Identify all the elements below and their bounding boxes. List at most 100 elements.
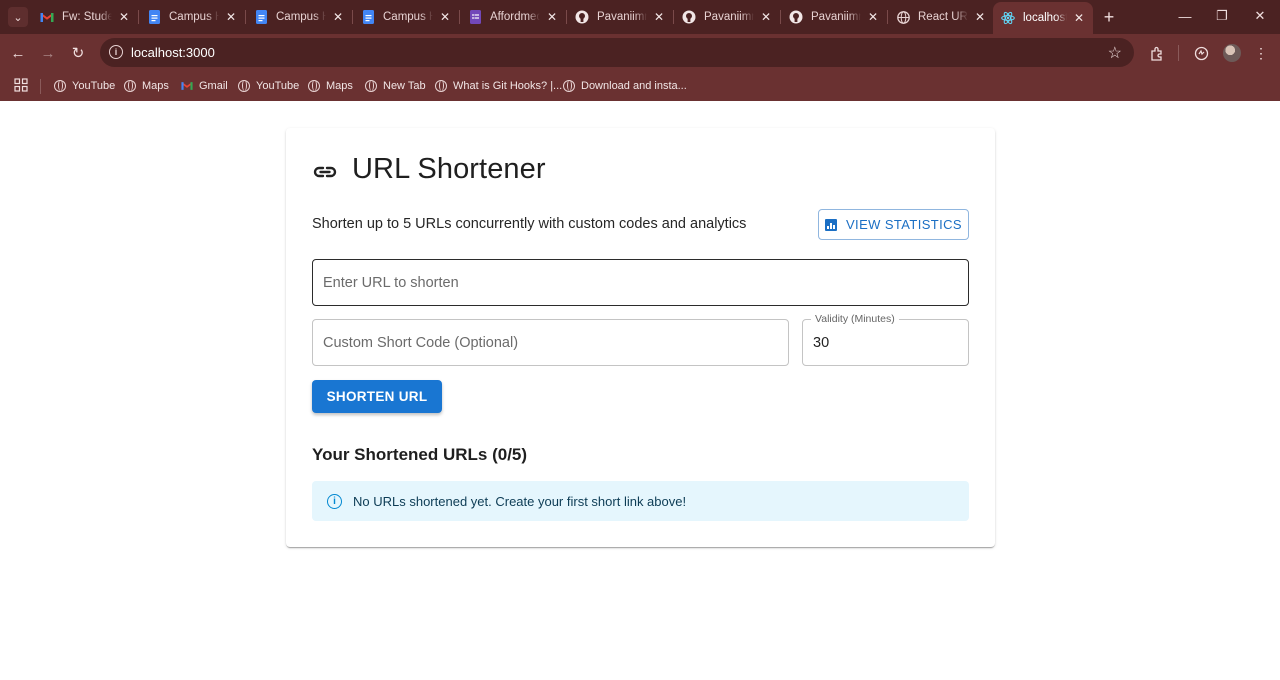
globe-icon bbox=[124, 80, 136, 92]
bar-chart-icon bbox=[824, 218, 837, 231]
bookmark-label: What is Git Hooks? |... bbox=[453, 80, 563, 92]
bookmark-maps-2[interactable]: Maps bbox=[308, 77, 353, 95]
tab-3[interactable]: Campus Hiring ✕ bbox=[353, 4, 460, 30]
page-title: URL Shortener bbox=[352, 153, 546, 185]
forms-icon bbox=[468, 10, 482, 24]
close-icon[interactable]: ✕ bbox=[865, 9, 881, 25]
globe-icon bbox=[308, 80, 320, 92]
site-info-icon[interactable]: i bbox=[109, 45, 123, 59]
tab-6[interactable]: Pavaniimm ✕ bbox=[674, 4, 781, 30]
globe-icon bbox=[435, 80, 447, 92]
custom-code-input[interactable] bbox=[323, 320, 778, 365]
docs-icon bbox=[254, 10, 268, 24]
close-icon[interactable]: ✕ bbox=[1071, 10, 1087, 26]
bookmark-label: YouTube bbox=[256, 80, 300, 92]
close-icon[interactable]: ✕ bbox=[116, 9, 132, 25]
window-close-icon[interactable]: ✕ bbox=[1245, 6, 1275, 26]
profile-avatar[interactable] bbox=[1223, 44, 1241, 62]
tab-title: Affordmed bbox=[490, 11, 540, 23]
globe-icon bbox=[896, 10, 910, 24]
github-icon bbox=[789, 10, 803, 24]
empty-state-message: No URLs shortened yet. Create your first… bbox=[353, 494, 687, 509]
shortener-card: URL Shortener Shorten up to 5 URLs concu… bbox=[286, 128, 995, 547]
close-icon[interactable]: ✕ bbox=[330, 9, 346, 25]
bookmark-git-hooks[interactable]: What is Git Hooks? |... bbox=[435, 77, 562, 95]
tab-9-active[interactable]: localhost:3000 ✕ bbox=[993, 2, 1093, 34]
url-field[interactable] bbox=[312, 259, 969, 306]
reload-icon[interactable]: ↻ bbox=[68, 43, 88, 63]
tab-title: Campus Hiring bbox=[383, 11, 433, 23]
minimize-icon[interactable]: — bbox=[1170, 6, 1200, 26]
tab-7[interactable]: Pavaniimm ✕ bbox=[781, 4, 888, 30]
close-icon[interactable]: ✕ bbox=[437, 9, 453, 25]
globe-icon bbox=[54, 80, 66, 92]
close-icon[interactable]: ✕ bbox=[758, 9, 774, 25]
validity-input[interactable] bbox=[813, 320, 958, 365]
gmail-icon bbox=[40, 10, 54, 24]
bookmark-new-tab[interactable]: New Tab bbox=[365, 77, 426, 95]
globe-icon bbox=[563, 80, 575, 92]
view-statistics-label: VIEW STATISTICS bbox=[845, 217, 963, 232]
bookmark-label: Download and insta... bbox=[581, 80, 687, 92]
react-icon bbox=[1001, 11, 1015, 25]
docs-icon bbox=[361, 10, 375, 24]
url-input[interactable] bbox=[323, 260, 958, 305]
tab-title: Campus Hiring bbox=[276, 11, 326, 23]
globe-icon bbox=[365, 80, 377, 92]
empty-state-alert: i No URLs shortened yet. Create your fir… bbox=[312, 481, 969, 521]
address-bar[interactable]: i localhost:3000 ☆ bbox=[100, 38, 1134, 67]
back-icon[interactable]: ← bbox=[8, 43, 28, 63]
custom-code-field[interactable] bbox=[312, 319, 789, 366]
bookmark-label: New Tab bbox=[383, 80, 426, 92]
tab-title: Pavaniimm bbox=[597, 11, 647, 23]
new-tab-icon[interactable]: + bbox=[1100, 8, 1118, 26]
github-icon bbox=[682, 10, 696, 24]
close-icon[interactable]: ✕ bbox=[972, 9, 988, 25]
tab-2[interactable]: Campus Hiring ✕ bbox=[246, 4, 353, 30]
bookmark-label: YouTube bbox=[72, 80, 116, 92]
address-url[interactable]: localhost:3000 bbox=[131, 45, 215, 60]
bookmark-star-icon[interactable]: ☆ bbox=[1108, 43, 1122, 63]
bookmark-maps[interactable]: Maps bbox=[124, 77, 169, 95]
shortened-urls-heading: Your Shortened URLs (0/5) bbox=[312, 445, 528, 464]
tab-1[interactable]: Campus Hiring ✕ bbox=[139, 4, 246, 30]
tab-search-button[interactable]: ⌄ bbox=[8, 7, 28, 27]
shorten-url-button[interactable]: SHORTEN URL bbox=[312, 380, 442, 413]
bookmark-youtube[interactable]: YouTube bbox=[54, 77, 115, 95]
bookmark-youtube-2[interactable]: YouTube bbox=[238, 77, 299, 95]
apps-grid-icon[interactable] bbox=[14, 78, 29, 93]
tab-title: Pavaniimm bbox=[811, 11, 861, 23]
globe-icon bbox=[238, 80, 250, 92]
browser-chrome: ⌄ Fw: Student ✕ Campus Hiring ✕ Campus H… bbox=[0, 0, 1280, 101]
close-icon[interactable]: ✕ bbox=[544, 9, 560, 25]
link-icon bbox=[313, 166, 337, 178]
view-statistics-button[interactable]: VIEW STATISTICS bbox=[818, 209, 969, 240]
tab-title: React URL bbox=[918, 11, 968, 23]
menu-icon[interactable]: ⋮ bbox=[1251, 43, 1271, 63]
extensions-icon[interactable] bbox=[1147, 43, 1167, 63]
bookmarks-bar: YouTube Maps Gmail YouTube Maps New Tab … bbox=[0, 72, 1280, 101]
bookmark-gmail[interactable]: Gmail bbox=[181, 77, 228, 95]
forward-icon[interactable]: → bbox=[38, 43, 58, 63]
validity-field[interactable]: Validity (Minutes) bbox=[802, 313, 969, 366]
page-subtitle: Shorten up to 5 URLs concurrently with c… bbox=[312, 216, 747, 232]
tab-4[interactable]: Affordmed ✕ bbox=[460, 4, 567, 30]
browser-toolbar: ← → ↻ i localhost:3000 ☆ ⋮ bbox=[0, 34, 1280, 72]
bookmark-label: Maps bbox=[326, 80, 353, 92]
tab-5[interactable]: Pavaniimm ✕ bbox=[567, 4, 674, 30]
performance-icon[interactable] bbox=[1191, 43, 1211, 63]
tab-8[interactable]: React URL ✕ bbox=[888, 4, 994, 30]
tab-title: Campus Hiring bbox=[169, 11, 219, 23]
close-icon[interactable]: ✕ bbox=[651, 9, 667, 25]
bookmark-label: Gmail bbox=[199, 80, 228, 92]
info-icon: i bbox=[327, 494, 342, 509]
gmail-icon bbox=[181, 82, 193, 90]
restore-icon[interactable]: ❐ bbox=[1207, 6, 1237, 26]
docs-icon bbox=[147, 10, 161, 24]
tab-title: localhost:3000 bbox=[1023, 12, 1067, 24]
tab-strip: ⌄ Fw: Student ✕ Campus Hiring ✕ Campus H… bbox=[0, 0, 1280, 34]
tab-title: Fw: Student bbox=[62, 11, 112, 23]
tab-0[interactable]: Fw: Student ✕ bbox=[32, 4, 139, 30]
bookmark-download[interactable]: Download and insta... bbox=[563, 77, 687, 95]
close-icon[interactable]: ✕ bbox=[223, 9, 239, 25]
